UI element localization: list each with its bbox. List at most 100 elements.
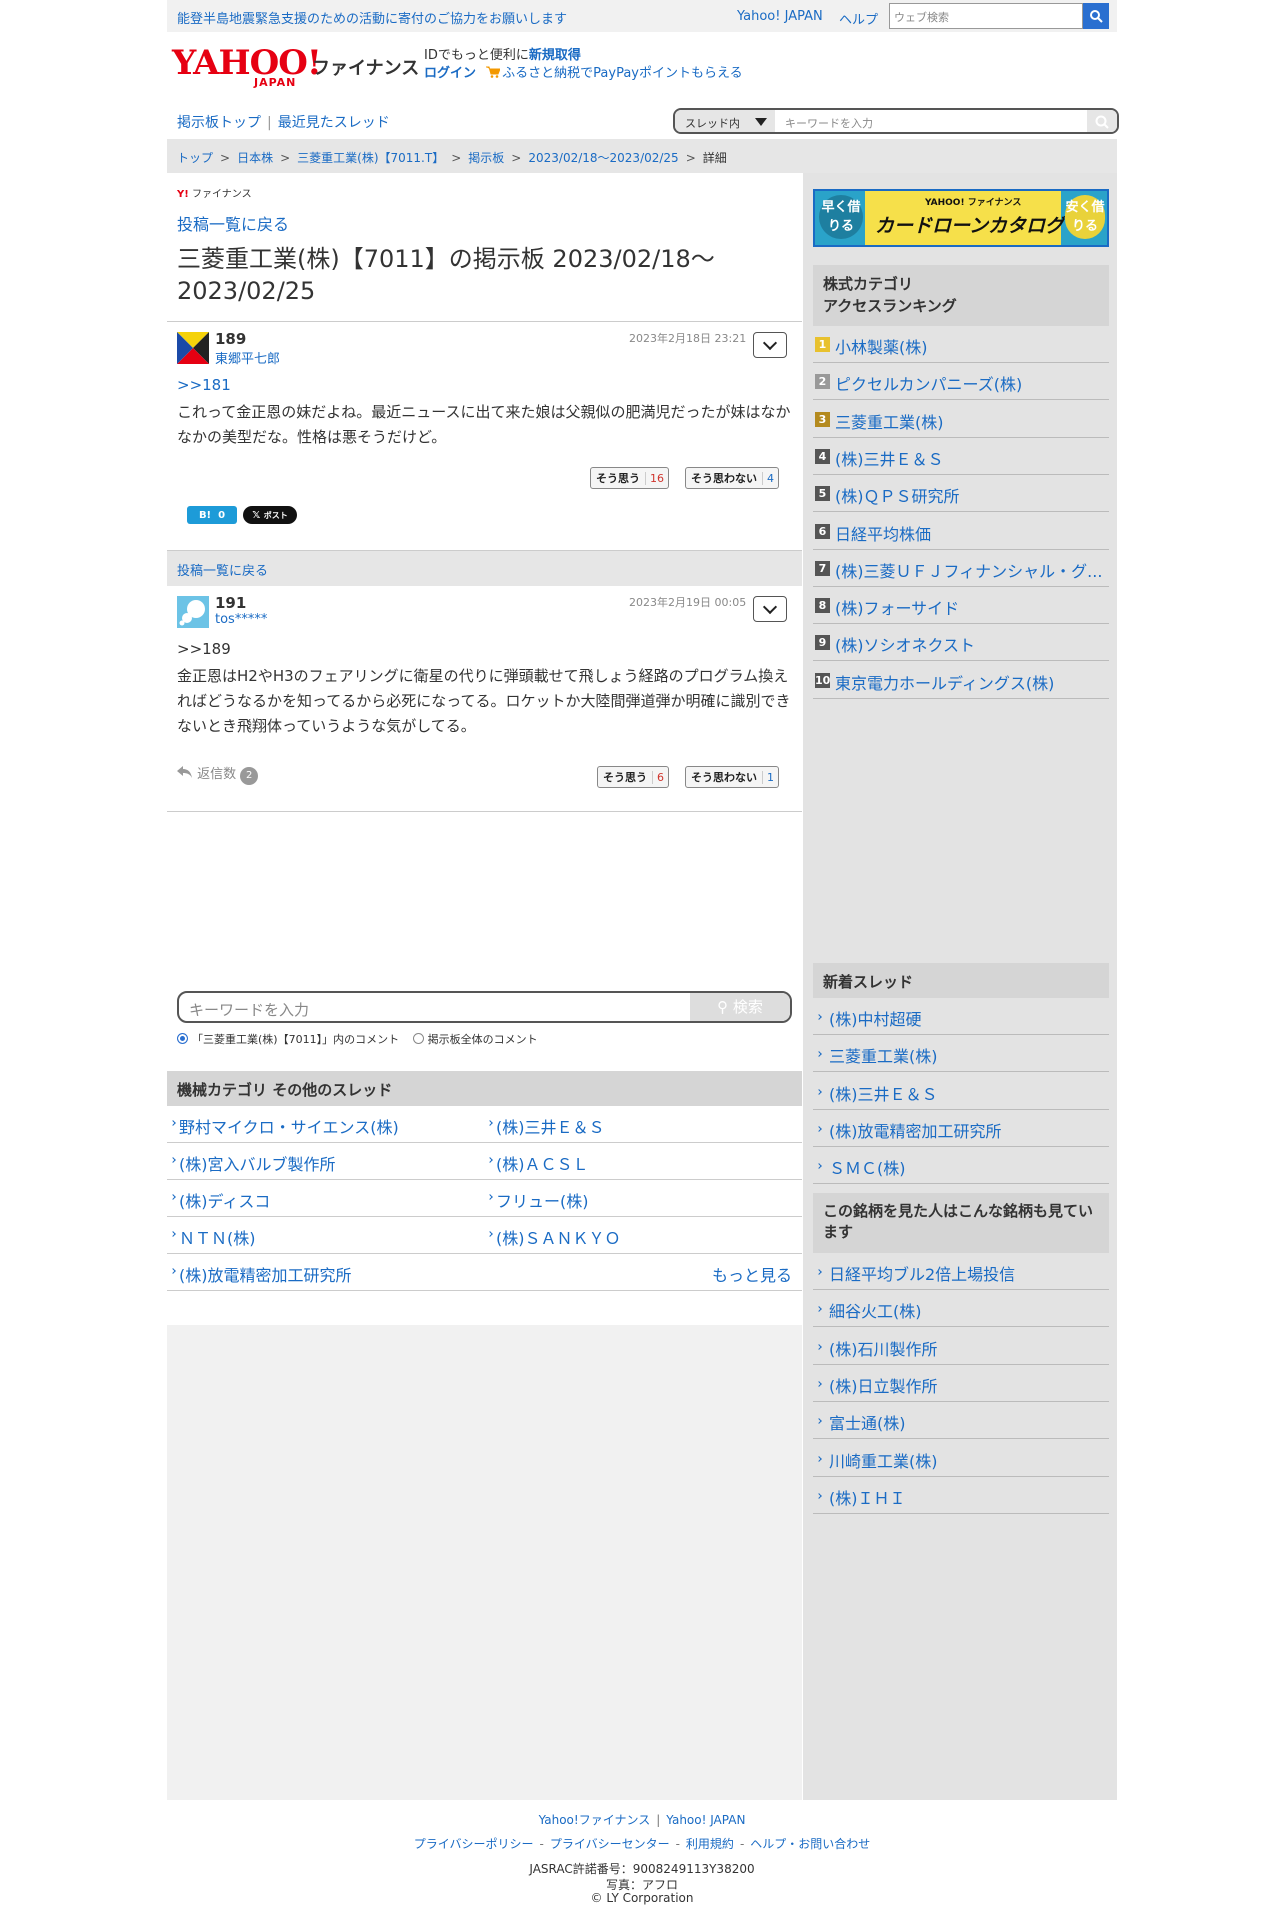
reply-anchor-link[interactable]: >>181 bbox=[177, 376, 231, 394]
card-loan-banner[interactable]: 早く借りる YAHOO! ファイナンス カードローンカタログ 安く借りる bbox=[813, 189, 1109, 247]
post-menu-button[interactable] bbox=[753, 332, 787, 358]
ranking-item[interactable]: 9 (株)ソシオネクスト bbox=[813, 624, 1109, 662]
also-viewed-item[interactable]: (株)石川製作所 bbox=[813, 1328, 1109, 1365]
post-user[interactable]: tos***** bbox=[215, 612, 267, 627]
also-viewed-item[interactable]: 日経平均ブル2倍上場投信 bbox=[813, 1253, 1109, 1290]
also-viewed-item-link[interactable]: 日経平均ブル2倍上場投信 bbox=[829, 1265, 1015, 1284]
ranking-link[interactable]: (株)三菱ＵＦＪフィナンシャル・グ... bbox=[835, 562, 1102, 581]
ranking-link[interactable]: (株)フォーサイド bbox=[835, 599, 959, 618]
thread-item[interactable]: (株)ディスコ bbox=[167, 1180, 484, 1217]
thread-search-input[interactable]: キーワードを入力 bbox=[785, 115, 873, 131]
help-link[interactable]: ヘルプ bbox=[839, 9, 878, 28]
thread-item[interactable]: フリュー(株) bbox=[484, 1180, 802, 1217]
post-user[interactable]: 東郷平七郎 bbox=[215, 348, 280, 367]
terms-link[interactable]: 利用規約 bbox=[686, 1837, 734, 1851]
also-viewed-item-link[interactable]: 川崎重工業(株) bbox=[829, 1452, 938, 1471]
also-viewed-item[interactable]: 細谷火工(株) bbox=[813, 1290, 1109, 1328]
comment-search-input[interactable]: キーワードを入力 bbox=[189, 999, 309, 1020]
disagree-button[interactable]: そう思わない 4 bbox=[685, 467, 779, 489]
breadcrumb-period[interactable]: 2023/02/18〜2023/02/25 bbox=[528, 151, 678, 165]
ranking-item[interactable]: 3 三菱重工業(株) bbox=[813, 401, 1109, 438]
new-thread-item[interactable]: ＳＭＣ(株) bbox=[813, 1147, 1109, 1185]
thread-item[interactable]: (株)放電精密加工研究所 もっと見る bbox=[167, 1254, 802, 1291]
back-to-list-link[interactable]: 投稿一覧に戻る bbox=[177, 211, 289, 235]
footer-yahoo-link[interactable]: Yahoo! JAPAN bbox=[666, 1813, 745, 1827]
hatena-bookmark-button[interactable]: B! 0 bbox=[187, 506, 237, 524]
new-thread-item[interactable]: 三菱重工業(株) bbox=[813, 1035, 1109, 1073]
yahoo-japan-link[interactable]: Yahoo! JAPAN bbox=[737, 9, 823, 24]
privacy-policy-link[interactable]: プライバシーポリシー bbox=[414, 1837, 534, 1851]
ranking-item[interactable]: 6 日経平均株価 bbox=[813, 513, 1109, 550]
search-scope-select[interactable]: スレッド内 bbox=[675, 110, 775, 132]
ranking-link[interactable]: (株)ＱＰＳ研究所 bbox=[835, 487, 960, 506]
ranking-link[interactable]: 小林製薬(株) bbox=[835, 338, 928, 357]
donation-message-link[interactable]: 能登半島地震緊急支援のための活動に寄付のご協力をお願いします bbox=[177, 8, 567, 27]
ranking-item[interactable]: 5 (株)ＱＰＳ研究所 bbox=[813, 475, 1109, 513]
ranking-link[interactable]: 東京電力ホールディングス(株) bbox=[835, 674, 1054, 693]
yahoo-finance-logo[interactable]: YAHOO! JAPAN ファイナンス bbox=[172, 46, 419, 89]
agree-button[interactable]: そう思う 16 bbox=[590, 467, 669, 489]
ranking-item[interactable]: 1 小林製薬(株) bbox=[813, 326, 1109, 363]
new-thread-item-link[interactable]: (株)三井Ｅ＆Ｓ bbox=[829, 1085, 938, 1104]
recent-threads-link[interactable]: 最近見たスレッド bbox=[278, 115, 390, 131]
also-viewed-item[interactable]: 川崎重工業(株) bbox=[813, 1440, 1109, 1477]
radio-all[interactable] bbox=[412, 1033, 424, 1044]
new-thread-item-link[interactable]: (株)放電精密加工研究所 bbox=[829, 1122, 1002, 1141]
agree-button[interactable]: そう思う 6 bbox=[597, 766, 669, 788]
ranking-link[interactable]: 三菱重工業(株) bbox=[835, 413, 944, 432]
breadcrumb-board[interactable]: 掲示板 bbox=[468, 151, 504, 165]
login-link[interactable]: ログイン bbox=[424, 66, 476, 81]
new-thread-item-link[interactable]: ＳＭＣ(株) bbox=[829, 1159, 906, 1178]
thread-item[interactable]: (株)ＡＣＳＬ bbox=[484, 1143, 802, 1180]
disagree-button[interactable]: そう思わない 1 bbox=[685, 766, 779, 788]
ranking-link[interactable]: (株)三井Ｅ＆Ｓ bbox=[835, 450, 944, 469]
logo-finance: ファイナンス bbox=[312, 58, 420, 79]
thread-item[interactable]: ＮＴＮ(株) bbox=[167, 1217, 484, 1254]
radio-thread[interactable] bbox=[177, 1033, 188, 1044]
breadcrumb-japanese-stocks[interactable]: 日本株 bbox=[237, 151, 273, 165]
help-contact-link[interactable]: ヘルプ・お問い合わせ bbox=[750, 1837, 870, 1851]
also-viewed-item[interactable]: 富士通(株) bbox=[813, 1402, 1109, 1440]
web-search-button[interactable] bbox=[1083, 3, 1109, 29]
register-link[interactable]: 新規取得 bbox=[529, 48, 581, 63]
back-to-list-link-2[interactable]: 投稿一覧に戻る bbox=[177, 564, 268, 579]
also-viewed-item-link[interactable]: 細谷火工(株) bbox=[829, 1302, 922, 1321]
more-threads-link[interactable]: もっと見る bbox=[712, 1262, 792, 1286]
also-viewed-item[interactable]: (株)ＩＨＩ bbox=[813, 1477, 1109, 1514]
ranking-link[interactable]: 日経平均株価 bbox=[835, 525, 931, 544]
new-thread-item-link[interactable]: 三菱重工業(株) bbox=[829, 1047, 938, 1066]
ranking-item[interactable]: 7 (株)三菱ＵＦＪフィナンシャル・グ... bbox=[813, 550, 1109, 587]
also-viewed-item-link[interactable]: (株)日立製作所 bbox=[829, 1377, 938, 1396]
ranking-link[interactable]: ピクセルカンパニーズ(株) bbox=[835, 375, 1022, 394]
furusato-link[interactable]: ふるさと納税でPayPayポイントもらえる bbox=[502, 66, 742, 81]
thread-item[interactable]: (株)三井Ｅ＆Ｓ bbox=[484, 1106, 802, 1143]
web-search-input[interactable]: ウェブ検索 bbox=[889, 3, 1083, 29]
ranking-item[interactable]: 4 (株)三井Ｅ＆Ｓ bbox=[813, 438, 1109, 475]
breadcrumb-top[interactable]: トップ bbox=[177, 151, 213, 165]
new-thread-item[interactable]: (株)三井Ｅ＆Ｓ bbox=[813, 1073, 1109, 1110]
ranking-item[interactable]: 10 東京電力ホールディングス(株) bbox=[813, 662, 1109, 699]
ranking-link[interactable]: (株)ソシオネクスト bbox=[835, 636, 975, 655]
new-thread-item[interactable]: (株)中村超硬 bbox=[813, 998, 1109, 1035]
post-menu-button[interactable] bbox=[753, 596, 787, 622]
also-viewed-item[interactable]: (株)日立製作所 bbox=[813, 1365, 1109, 1402]
thread-search-button[interactable] bbox=[1087, 110, 1117, 132]
new-thread-item-link[interactable]: (株)中村超硬 bbox=[829, 1010, 922, 1029]
thread-item[interactable]: 野村マイクロ・サイエンス(株) bbox=[167, 1106, 484, 1143]
footer-finance-link[interactable]: Yahoo!ファイナンス bbox=[539, 1813, 651, 1827]
chevron-down-icon bbox=[762, 335, 778, 351]
thread-item[interactable]: (株)宮入バルブ製作所 bbox=[167, 1143, 484, 1180]
privacy-center-link[interactable]: プライバシーセンター bbox=[550, 1837, 670, 1851]
board-top-link[interactable]: 掲示板トップ bbox=[177, 115, 261, 131]
x-post-button[interactable]: 𝕏 ポスト bbox=[243, 506, 297, 524]
also-viewed-item-link[interactable]: 富士通(株) bbox=[829, 1414, 906, 1433]
also-viewed-item-link[interactable]: (株)石川製作所 bbox=[829, 1340, 938, 1359]
thread-item[interactable]: (株)ＳＡＮＫＹＯ bbox=[484, 1217, 802, 1254]
breadcrumb-stock[interactable]: 三菱重工業(株)【7011.T】 bbox=[297, 151, 444, 165]
ranking-item[interactable]: 8 (株)フォーサイド bbox=[813, 587, 1109, 625]
reply-count-button[interactable]: 返信数 2 bbox=[177, 763, 259, 785]
also-viewed-item-link[interactable]: (株)ＩＨＩ bbox=[829, 1489, 906, 1508]
new-thread-item[interactable]: (株)放電精密加工研究所 bbox=[813, 1110, 1109, 1147]
ranking-item[interactable]: 2 ピクセルカンパニーズ(株) bbox=[813, 363, 1109, 401]
comment-search-button[interactable]: ⚲ 検索 bbox=[690, 993, 790, 1021]
